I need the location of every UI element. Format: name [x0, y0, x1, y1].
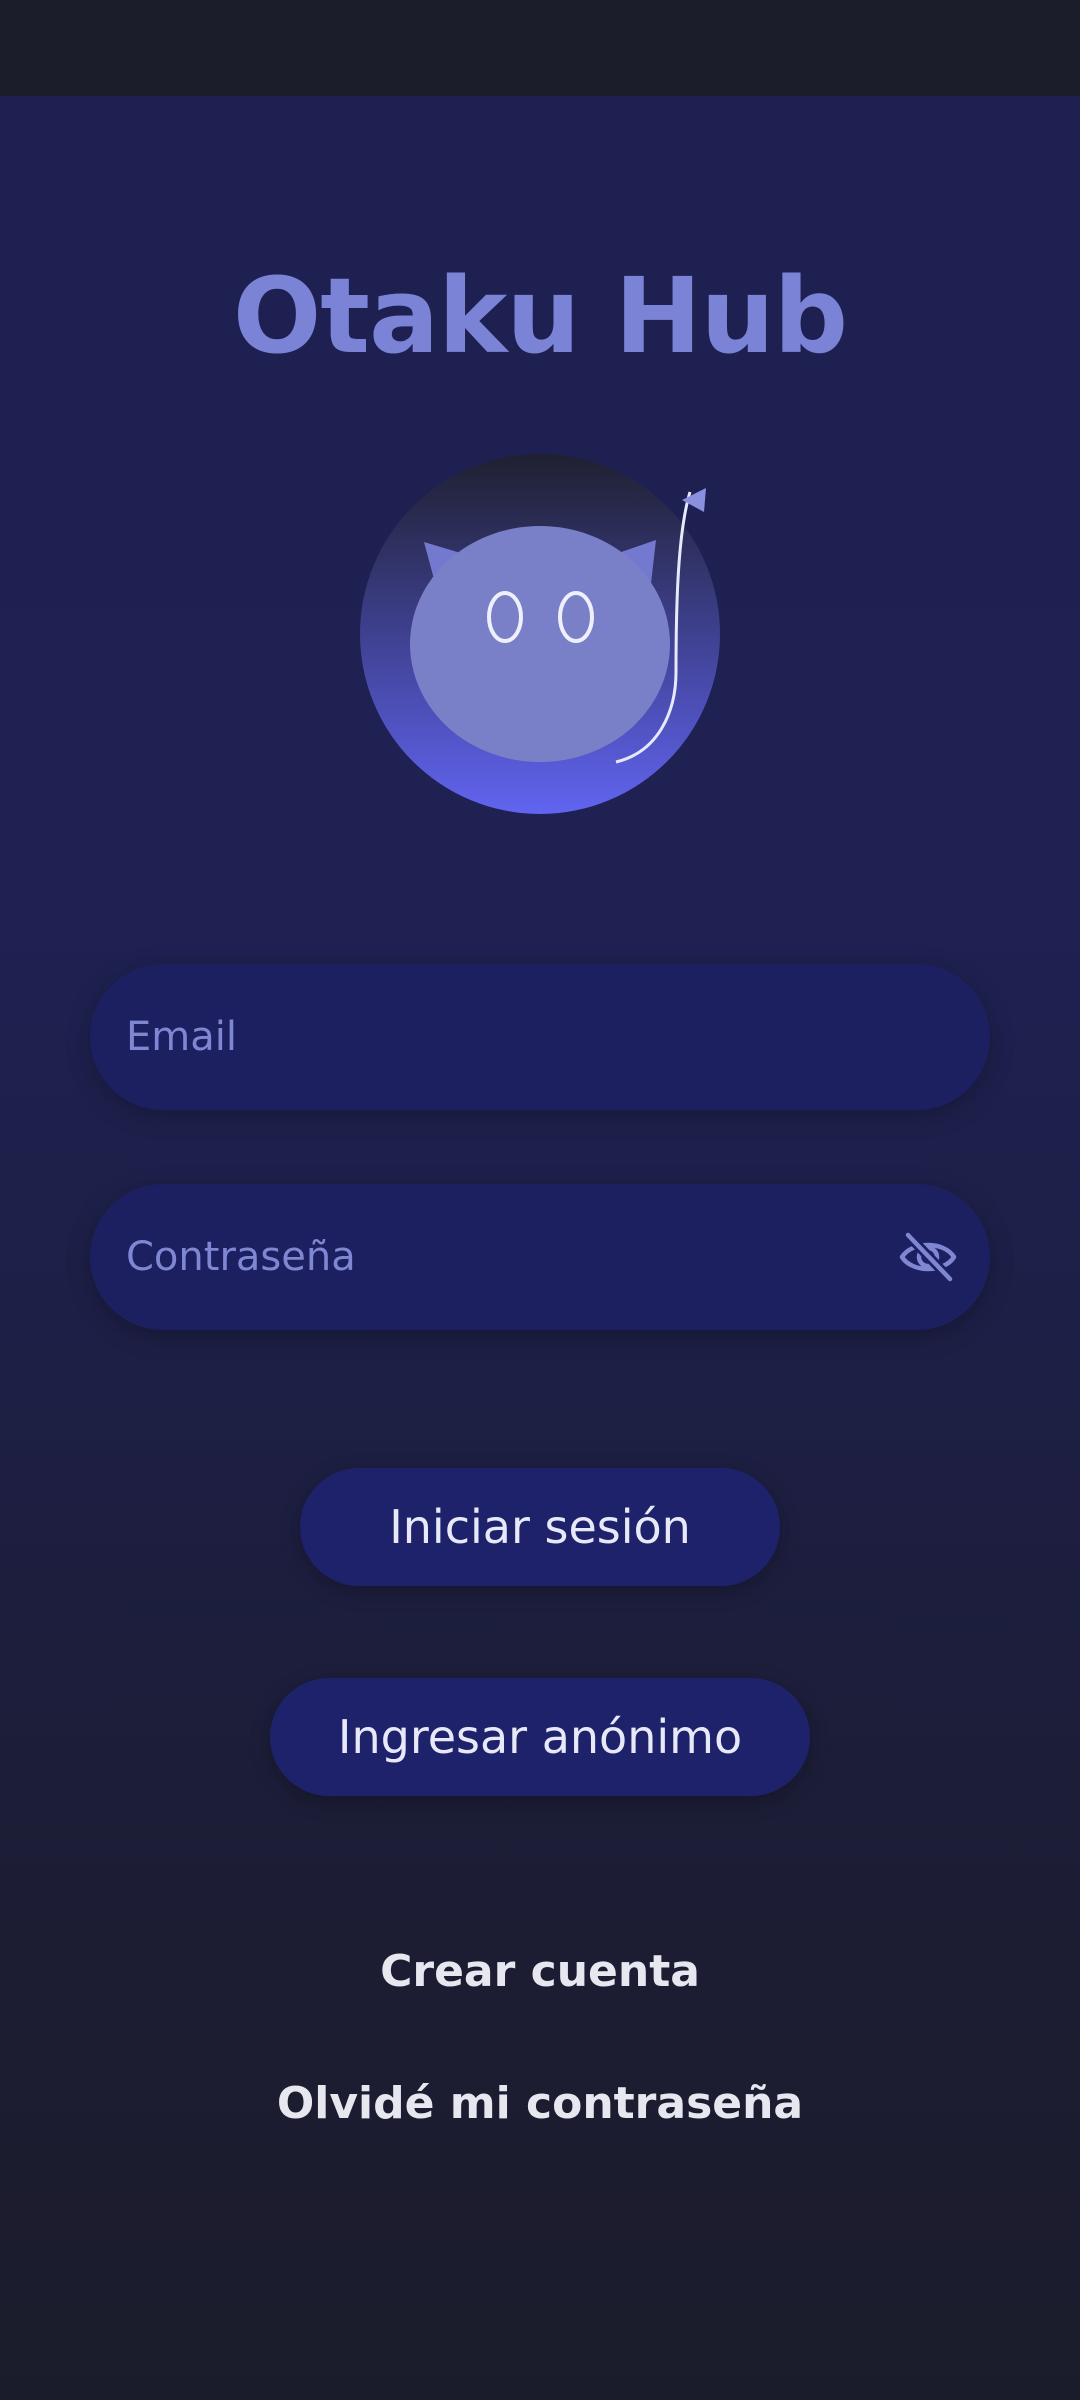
password-input[interactable]	[126, 1184, 886, 1330]
status-bar	[0, 0, 1080, 96]
email-field[interactable]	[90, 964, 990, 1110]
cat-logo-icon	[358, 452, 722, 816]
anonymous-login-button[interactable]: Ingresar anónimo	[270, 1678, 810, 1796]
login-button[interactable]: Iniciar sesión	[300, 1468, 780, 1586]
app-title: Otaku Hub	[232, 255, 848, 377]
email-input[interactable]	[126, 964, 886, 1110]
login-screen: Otaku Hub Email Iniciar sesión Ingresar …	[0, 96, 1080, 2400]
eye-off-icon[interactable]	[896, 1225, 960, 1289]
password-field[interactable]	[90, 1184, 990, 1330]
forgot-password-link[interactable]: Olvidé mi contraseña	[0, 2078, 1080, 2129]
create-account-link[interactable]: Crear cuenta	[0, 1946, 1080, 1997]
